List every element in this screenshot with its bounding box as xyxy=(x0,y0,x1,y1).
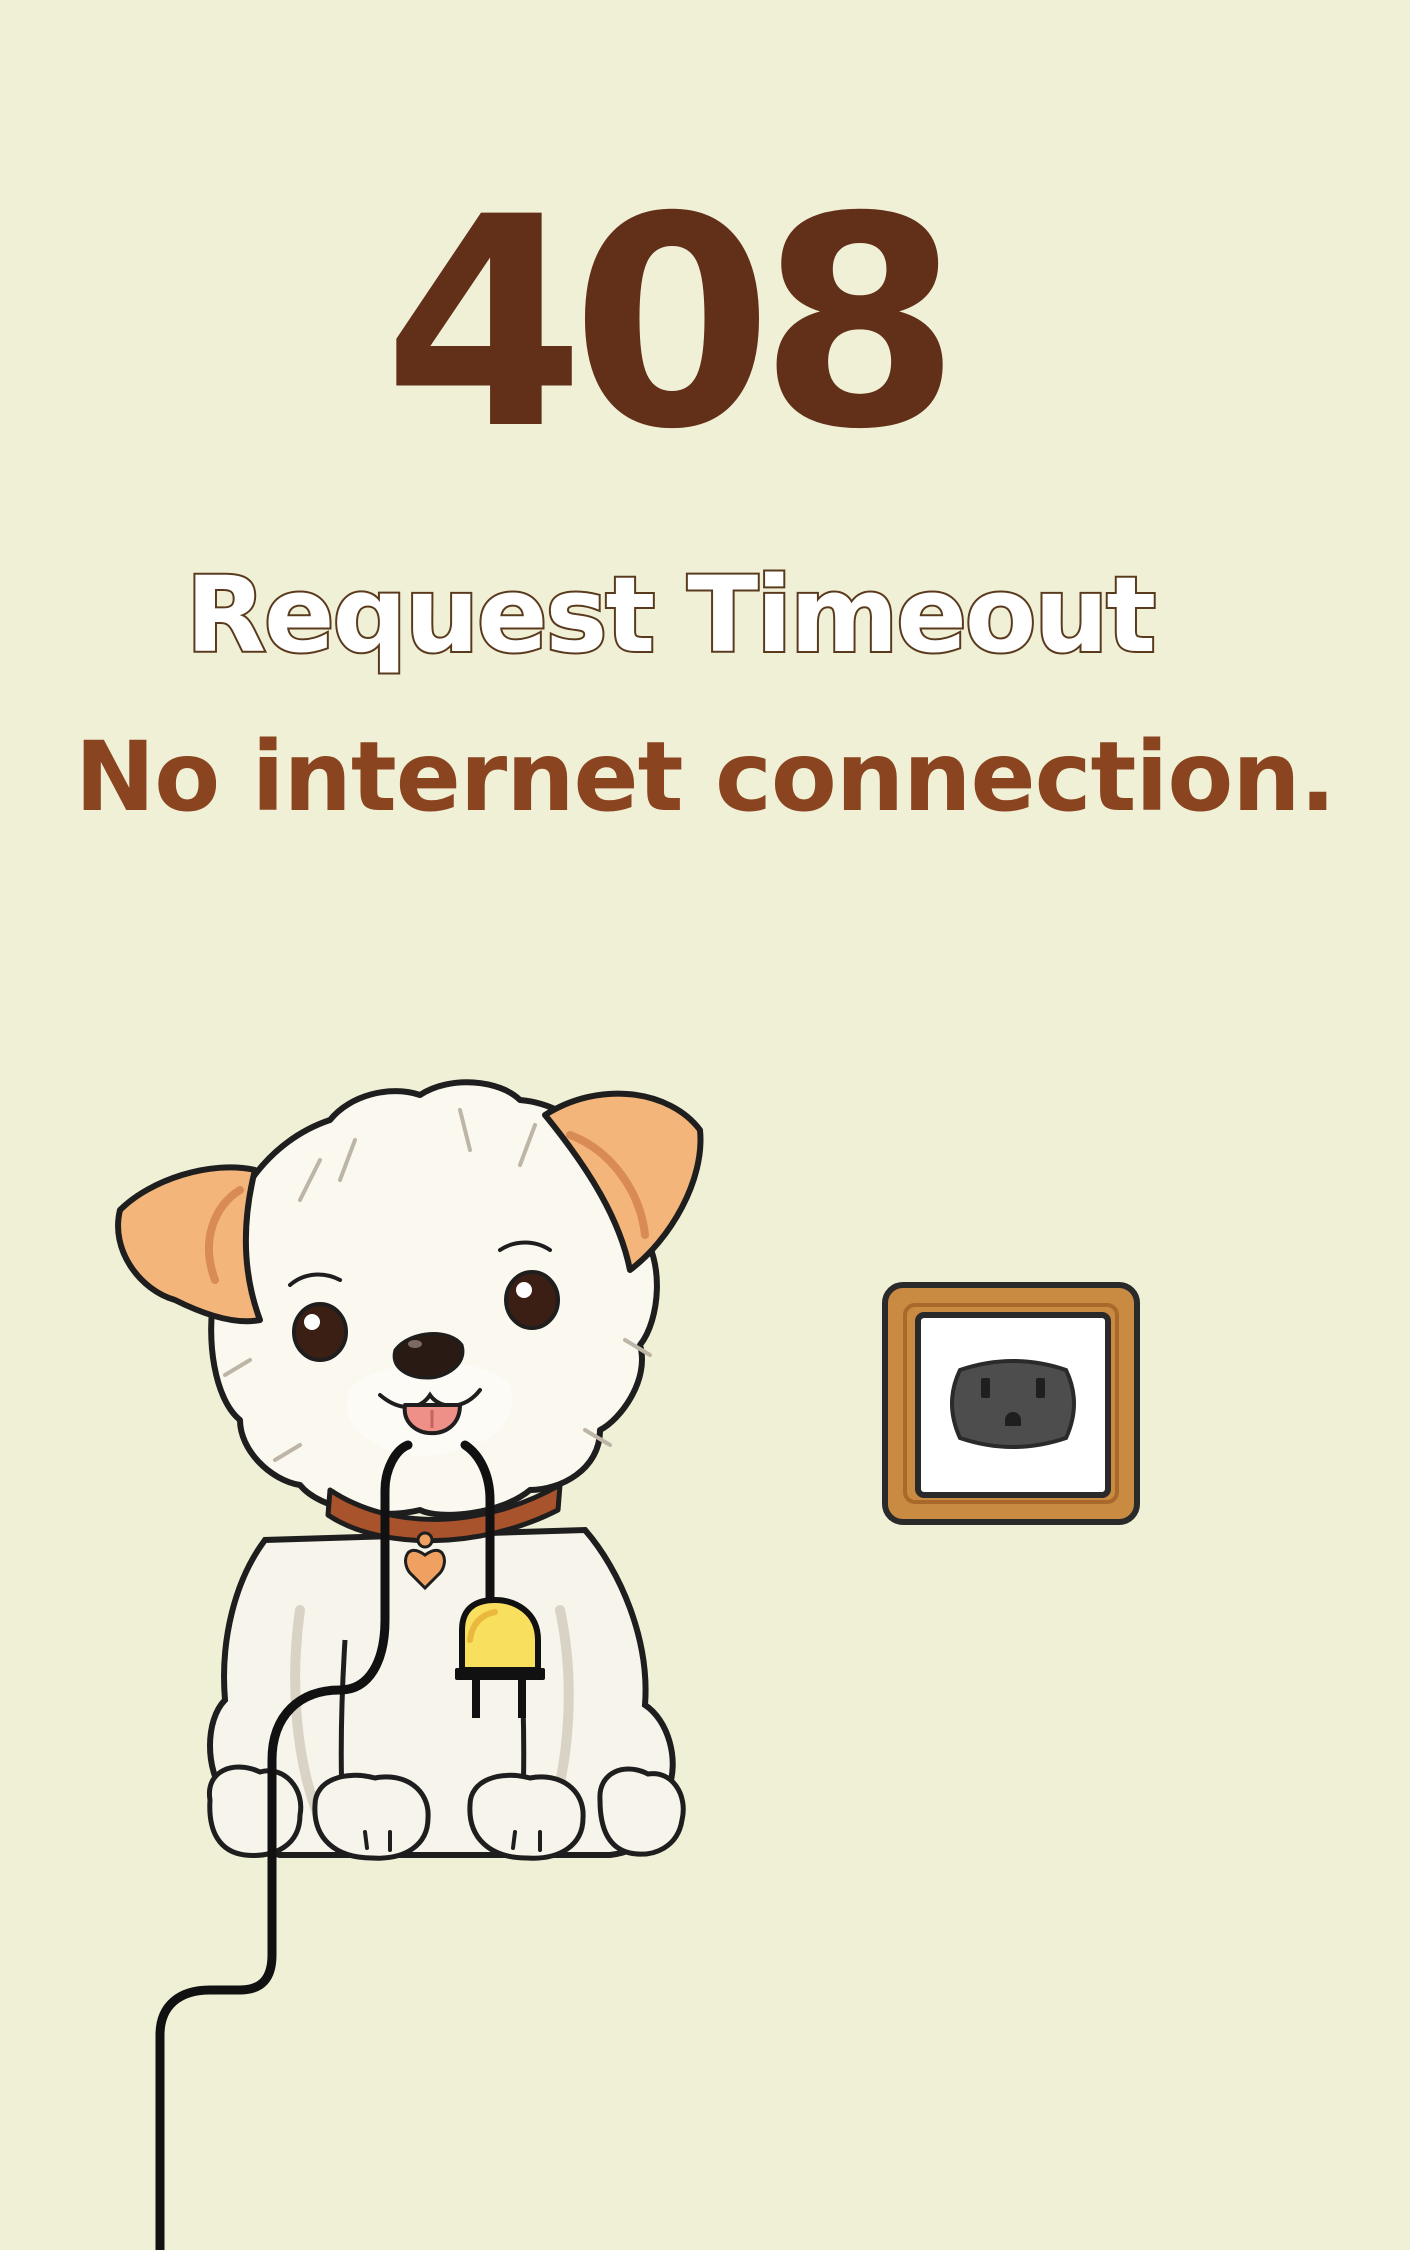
error-page: 408 Request Timeout No internet connecti… xyxy=(0,0,1410,2250)
illustration xyxy=(115,1079,1140,2250)
wall-outlet-icon xyxy=(882,1282,1140,1525)
puppy-icon xyxy=(115,1079,704,1861)
